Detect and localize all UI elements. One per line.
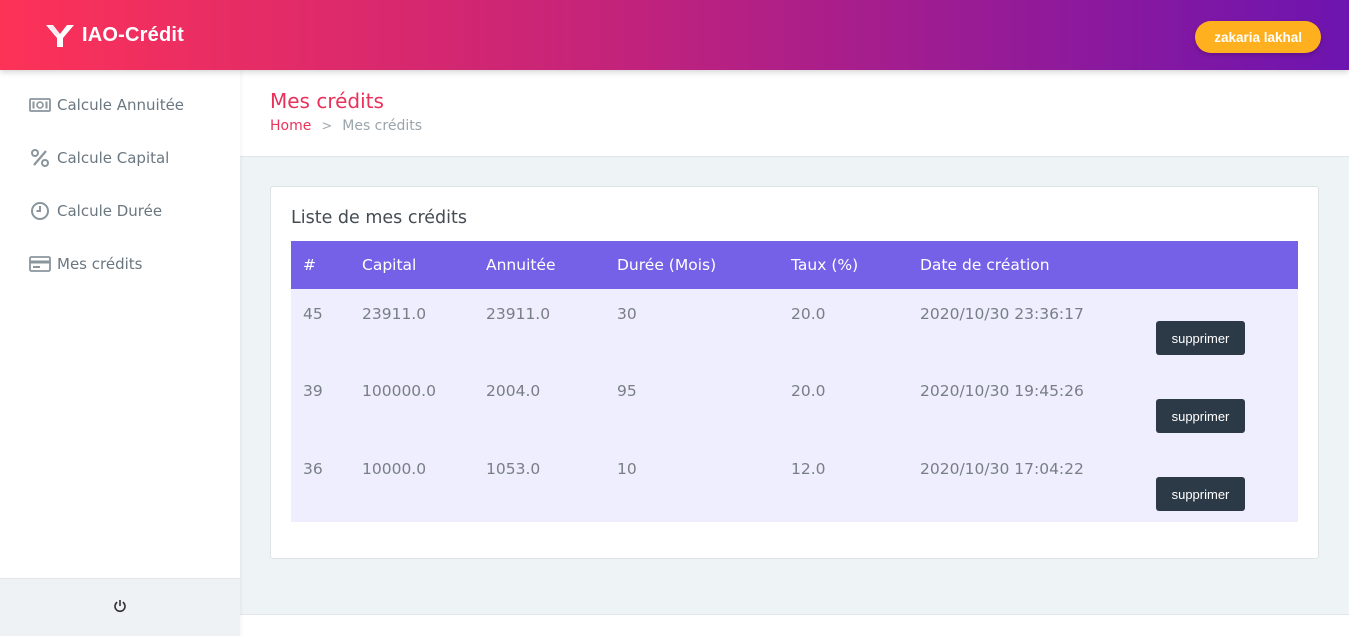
- delete-button[interactable]: supprimer: [1156, 399, 1245, 433]
- cell-annuite: 1053.0: [486, 460, 541, 478]
- footer-strip: [240, 614, 1349, 636]
- brand-name: IAO-Crédit: [82, 23, 184, 46]
- clock-icon: [29, 200, 51, 222]
- cell-annuite: 2004.0: [486, 382, 541, 400]
- power-icon[interactable]: [113, 598, 127, 617]
- sidebar: Calcule Annuitée Calcule Capital Calcule…: [0, 70, 240, 636]
- sidebar-item-label: Calcule Capital: [57, 149, 170, 167]
- top-bar: IAO-Crédit zakaria lakhal: [0, 0, 1349, 70]
- page-header: Mes crédits Home > Mes crédits: [240, 70, 1349, 157]
- table-row: 39 100000.0 2004.0 95 20.0 2020/10/30 19…: [291, 366, 1298, 443]
- cell-capital: 100000.0: [362, 382, 436, 400]
- user-menu-button[interactable]: zakaria lakhal: [1195, 21, 1321, 53]
- sidebar-item-calcule-annuitee[interactable]: Calcule Annuitée: [29, 94, 184, 116]
- banknote-icon: [29, 94, 51, 116]
- column-header-date: Date de création: [920, 256, 1050, 274]
- column-header-capital: Capital: [362, 256, 417, 274]
- sidebar-footer: [0, 578, 240, 636]
- breadcrumb-home-link[interactable]: Home: [270, 118, 311, 134]
- cell-date: 2020/10/30 19:45:26: [920, 382, 1084, 400]
- cell-capital: 23911.0: [362, 305, 427, 323]
- column-header-duree: Durée (Mois): [617, 256, 717, 274]
- sidebar-item-label: Calcule Annuitée: [57, 96, 185, 114]
- cell-id: 36: [303, 460, 323, 478]
- sidebar-item-label: Calcule Durée: [57, 202, 163, 220]
- cell-annuite: 23911.0: [486, 305, 551, 323]
- column-header-id: #: [303, 256, 316, 274]
- y-logo-icon: [44, 20, 76, 50]
- cell-date: 2020/10/30 17:04:22: [920, 460, 1084, 478]
- column-header-annuite: Annuitée: [486, 256, 556, 274]
- breadcrumb: Home > Mes crédits: [270, 118, 422, 134]
- credits-table: # Capital Annuitée Durée (Mois) Taux (%)…: [291, 241, 1298, 522]
- page-title: Mes crédits: [270, 89, 384, 113]
- cell-duree: 95: [617, 382, 637, 400]
- cell-capital: 10000.0: [362, 460, 427, 478]
- cell-id: 39: [303, 382, 323, 400]
- table-body: 45 23911.0 23911.0 30 20.0 2020/10/30 23…: [291, 289, 1298, 522]
- cell-duree: 30: [617, 305, 637, 323]
- delete-button[interactable]: supprimer: [1156, 321, 1245, 355]
- sidebar-item-label: Mes crédits: [57, 255, 143, 273]
- cell-taux: 20.0: [791, 382, 826, 400]
- column-header-taux: Taux (%): [791, 256, 859, 274]
- delete-button[interactable]: supprimer: [1156, 477, 1245, 511]
- sidebar-item-mes-credits[interactable]: Mes crédits: [29, 253, 142, 275]
- credit-card-icon: [29, 253, 51, 275]
- cell-taux: 12.0: [791, 460, 826, 478]
- cell-duree: 10: [617, 460, 637, 478]
- brand[interactable]: IAO-Crédit: [44, 20, 184, 50]
- table-header: # Capital Annuitée Durée (Mois) Taux (%)…: [291, 241, 1298, 289]
- sidebar-item-calcule-duree[interactable]: Calcule Durée: [29, 200, 162, 222]
- breadcrumb-current: Mes crédits: [342, 118, 423, 134]
- credits-card: Liste de mes crédits # Capital Annuitée …: [270, 186, 1319, 559]
- sidebar-item-calcule-capital[interactable]: Calcule Capital: [29, 147, 169, 169]
- table-row: 36 10000.0 1053.0 10 12.0 2020/10/30 17:…: [291, 444, 1298, 521]
- percent-icon: [29, 147, 51, 169]
- cell-date: 2020/10/30 23:36:17: [920, 305, 1084, 323]
- table-row: 45 23911.0 23911.0 30 20.0 2020/10/30 23…: [291, 289, 1298, 366]
- card-title: Liste de mes crédits: [291, 208, 467, 228]
- cell-taux: 20.0: [791, 305, 826, 323]
- breadcrumb-separator: >: [321, 118, 333, 134]
- cell-id: 45: [303, 305, 323, 323]
